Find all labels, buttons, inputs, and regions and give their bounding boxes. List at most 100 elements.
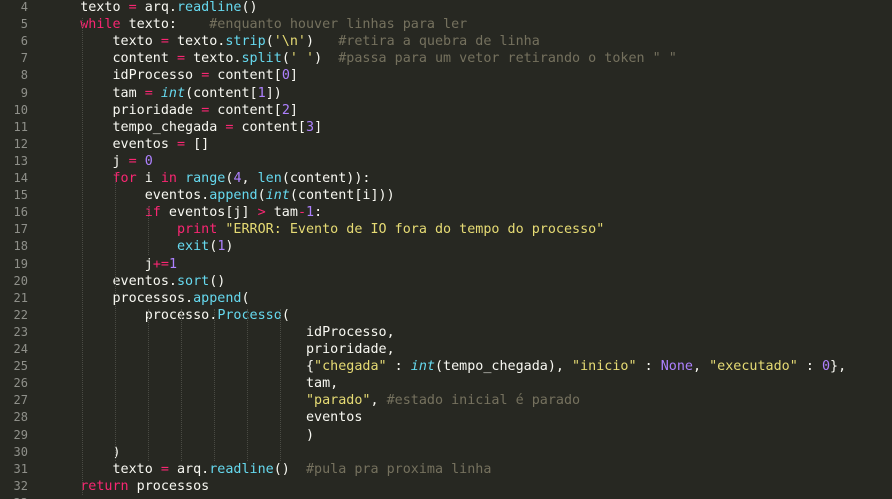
code-token: () [241, 0, 258, 15]
code-token: = [160, 34, 169, 50]
code-line[interactable]: 26 tam, [0, 375, 892, 392]
code-line[interactable]: 21 processos.append( [0, 290, 892, 307]
code-line[interactable]: 16 if eventos[j] > tam-1: [0, 204, 892, 221]
code-line[interactable]: 19 j+=1 [0, 256, 892, 273]
code-token: int [410, 359, 435, 375]
line-number: 21 [13, 290, 28, 305]
code-token: #enquanto houver linhas para ler [209, 17, 468, 33]
indent-guide [181, 308, 182, 461]
code-text: eventos = [] [48, 136, 209, 153]
code-token: = [144, 85, 153, 101]
code-token: (content[ [185, 85, 258, 101]
code-token: prioridade, [48, 342, 395, 357]
line-number: 23 [13, 324, 28, 339]
code-line[interactable]: 10 prioridade = content[2] [0, 102, 892, 119]
code-token: eventos. [48, 188, 210, 204]
code-token: "inicio" [572, 359, 637, 375]
code-token: in [160, 171, 177, 186]
code-token: eventos [48, 136, 177, 152]
code-text: eventos [48, 409, 362, 426]
code-token: ) [48, 444, 121, 460]
code-line[interactable]: 32 return processos [0, 478, 892, 495]
code-token: : [314, 205, 323, 221]
line-number: 17 [13, 222, 28, 237]
code-line[interactable]: 27 "parado", #estado inicial é parado [0, 392, 892, 409]
code-token: > [257, 205, 266, 221]
code-line[interactable]: 12 eventos = [] [0, 136, 892, 153]
code-line[interactable]: 15 eventos.append(int(content[i])) [0, 187, 892, 204]
line-number: 20 [13, 273, 28, 288]
indent-guide [82, 18, 83, 495]
code-line[interactable]: 18 exit(1) [0, 238, 892, 255]
code-editor[interactable]: 4 texto = arq.readline() 5 while texto: #… [0, 0, 892, 499]
code-line[interactable]: 33 [0, 495, 892, 499]
line-number: 4 [20, 0, 28, 14]
code-token: ( [281, 307, 290, 323]
code-token: tam [265, 205, 298, 221]
code-token: 0 [144, 153, 153, 169]
line-number: 10 [13, 102, 28, 117]
code-token: : [797, 359, 822, 375]
line-number: 28 [13, 410, 28, 425]
code-token: ( [265, 34, 274, 50]
code-line[interactable]: 28 eventos [0, 409, 892, 426]
code-token: 0 [281, 68, 290, 84]
code-token: 0 [821, 359, 831, 375]
code-line[interactable]: 23 idProcesso, [0, 324, 892, 341]
code-line[interactable]: 20 eventos.sort() [0, 273, 892, 290]
code-token: None [660, 359, 693, 375]
line-number: 13 [13, 153, 28, 168]
line-number: 32 [13, 478, 28, 493]
code-text: texto = arq.readline() #pula pra proxima… [48, 461, 491, 478]
code-line[interactable]: 30 ) [0, 444, 892, 461]
code-token: "chegada" [314, 359, 387, 375]
code-token: content[ [209, 102, 282, 118]
code-line[interactable]: 6 texto = texto.strip('\n') #retira a qu… [0, 33, 892, 50]
code-token: 4 [233, 171, 242, 186]
code-token: processos [128, 478, 210, 494]
code-line[interactable]: 11 tempo_chegada = content[3] [0, 119, 892, 136]
line-number: 22 [13, 307, 28, 322]
code-area[interactable]: 4 texto = arq.readline() 5 while texto: #… [0, 0, 892, 499]
code-line[interactable]: 14 for i in range(4, len(content)): [0, 170, 892, 187]
code-token: append [193, 290, 242, 306]
code-token: strip [225, 34, 266, 50]
code-line[interactable]: 8 idProcesso = content[0] [0, 67, 892, 84]
code-token: split [241, 51, 282, 67]
code-line[interactable]: 31 texto = arq.readline() #pula pra prox… [0, 461, 892, 478]
code-line[interactable]: 7 content = texto.split(' ') #passa para… [0, 50, 892, 67]
code-token: readline [177, 0, 242, 15]
code-text: content = texto.split(' ') #passa para u… [48, 50, 676, 67]
code-line[interactable]: 9 tam = int(content[1]) [0, 85, 892, 102]
code-line[interactable]: 13 j = 0 [0, 153, 892, 170]
code-token: processo. [48, 307, 218, 323]
code-token: int [160, 85, 186, 101]
code-line[interactable]: 25 {"chegada" : int(tempo_chegada), "ini… [0, 358, 892, 375]
code-token: exit [177, 239, 210, 255]
line-number: 31 [13, 461, 28, 476]
code-token: texto. [168, 34, 226, 50]
code-token: eventos[j] [160, 205, 258, 221]
code-line[interactable]: 5 while texto: #enquanto houver linhas p… [0, 16, 892, 33]
code-token: ( [241, 290, 250, 306]
code-line[interactable]: 29 ) [0, 427, 892, 444]
code-line[interactable]: 4 texto = arq.readline() [0, 0, 892, 16]
code-token: = [128, 0, 137, 15]
indent-guide [148, 308, 149, 461]
code-line[interactable]: 24 prioridade, [0, 341, 892, 358]
code-token: (tempo_chegada), [434, 359, 573, 375]
code-token: - [297, 205, 306, 221]
line-number: 14 [13, 171, 28, 185]
code-text: texto = arq.readline() [48, 0, 258, 16]
code-token: print [177, 222, 218, 238]
code-line[interactable]: 17 print "ERROR: Evento de IO fora do te… [0, 221, 892, 238]
code-token: readline [209, 461, 274, 477]
line-number: 26 [13, 376, 28, 391]
code-line[interactable]: 22 processo.Processo( [0, 307, 892, 324]
code-text: idProcesso = content[0] [48, 67, 297, 84]
